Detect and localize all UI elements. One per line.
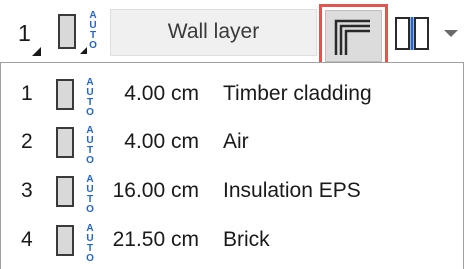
layer-number-corner-indicator (32, 47, 41, 56)
auto-thickness-icon[interactable]: A U T O (87, 11, 99, 51)
auto-thickness-icon: A U T O (84, 78, 96, 118)
layer-number-selector[interactable]: 1 (18, 20, 31, 46)
layer-swatch-icon (56, 79, 74, 110)
layer-thickness: 4.00 cm (124, 82, 199, 105)
wall-layer-button[interactable]: Wall layer (110, 9, 317, 56)
swatch-corner-indicator (80, 47, 87, 54)
wall-layer-label: Wall layer (167, 20, 260, 43)
auto-thickness-icon: A U T O (84, 175, 96, 215)
list-item[interactable]: 1 A U T O 4.00 cm Timber cladding (1, 71, 463, 119)
layer-thickness: 21.50 cm (112, 228, 199, 251)
layer-name: Brick (223, 228, 270, 251)
split-columns-icon (395, 17, 429, 50)
auto-letter: O (86, 155, 94, 166)
split-columns-button[interactable] (393, 16, 431, 51)
layer-name: Air (223, 130, 249, 153)
corner-layers-button-face (325, 10, 382, 62)
layer-number: 4 (21, 228, 33, 251)
auto-letter: O (86, 204, 94, 215)
layer-name: Timber cladding (223, 82, 372, 105)
layer-thickness: 16.00 cm (112, 179, 199, 202)
layer-number: 2 (21, 130, 33, 153)
layer-number: 3 (21, 179, 33, 202)
chevron-down-icon[interactable] (444, 30, 458, 37)
layer-number: 1 (21, 82, 33, 105)
corner-layers-icon (334, 19, 370, 55)
auto-letter: O (86, 253, 94, 264)
auto-letter: O (89, 40, 97, 51)
auto-letter: O (86, 107, 94, 118)
layer-swatch-icon (56, 127, 74, 158)
wall-layer-toolbar: 1 A U T O Wall layer (0, 0, 464, 68)
list-item[interactable]: 2 A U T O 4.00 cm Air (1, 119, 463, 167)
list-item[interactable]: 4 A U T O 21.50 cm Brick (1, 217, 463, 265)
auto-thickness-icon: A U T O (84, 126, 96, 166)
list-item[interactable]: 3 A U T O 16.00 cm Insulation EPS (1, 168, 463, 216)
layer-thickness: 4.00 cm (124, 130, 199, 153)
layer-swatch-icon[interactable] (58, 14, 76, 49)
layer-swatch-icon (56, 176, 74, 207)
layer-swatch-icon (56, 225, 74, 256)
auto-thickness-icon: A U T O (84, 224, 96, 264)
corner-layers-button[interactable] (319, 4, 388, 68)
layer-name: Insulation EPS (223, 179, 361, 202)
layer-dropdown-list: 1 A U T O 4.00 cm Timber cladding 2 A U … (0, 62, 464, 269)
